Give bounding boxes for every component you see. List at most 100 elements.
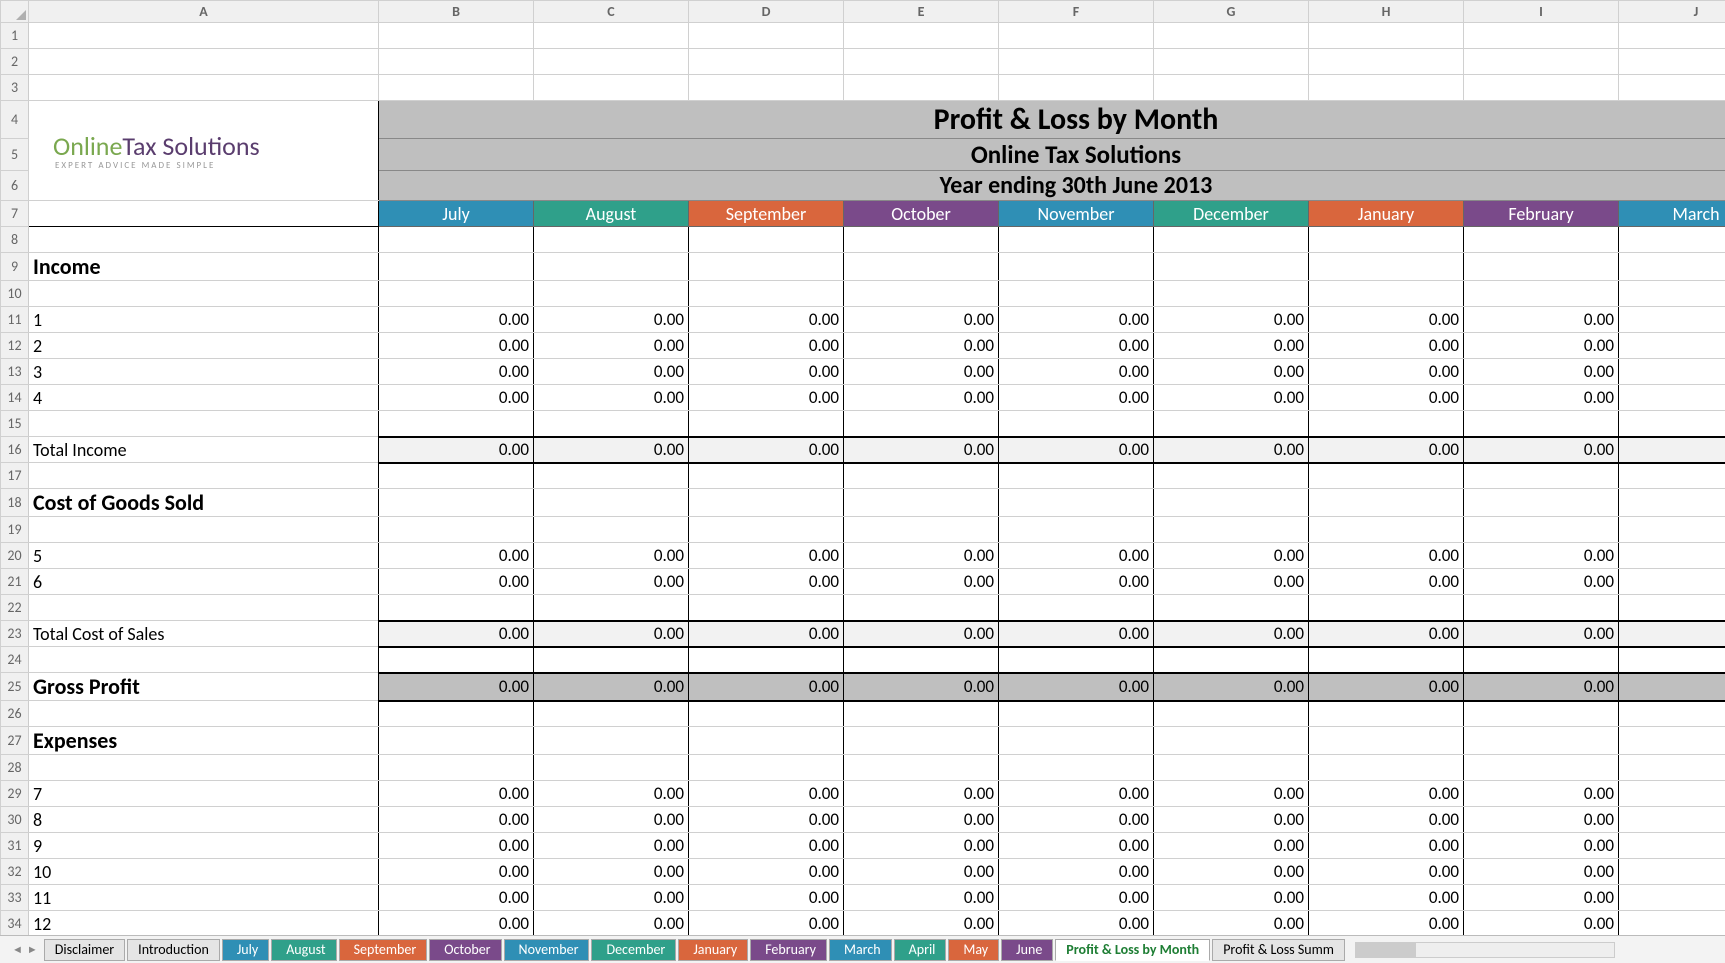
cell[interactable]: 0.00 (999, 807, 1154, 833)
cell[interactable]: 0.00 (1619, 543, 1725, 569)
cell[interactable] (844, 253, 999, 281)
cell[interactable]: 0.00 (534, 359, 689, 385)
tab-nav-first[interactable]: ◄ (12, 943, 23, 956)
cell[interactable] (844, 49, 999, 75)
cell[interactable] (1464, 727, 1619, 755)
cell[interactable]: 0.00 (1619, 569, 1725, 595)
cell[interactable]: 0.00 (844, 833, 999, 859)
cell[interactable]: 0.00 (379, 807, 534, 833)
expense-row-label[interactable]: 11 (29, 885, 379, 911)
col-header[interactable]: H (1309, 1, 1464, 23)
cell[interactable]: 0.00 (379, 833, 534, 859)
sheet-tab[interactable]: Profit & Loss by Month (1055, 939, 1210, 961)
section-expenses[interactable]: Expenses (29, 727, 379, 755)
cell[interactable] (689, 595, 844, 621)
col-header[interactable]: C (534, 1, 689, 23)
cell[interactable] (379, 49, 534, 75)
cell[interactable]: 0.00 (1464, 307, 1619, 333)
row-header[interactable]: 27 (1, 727, 29, 755)
income-row-label[interactable]: 2 (29, 333, 379, 359)
col-header[interactable]: E (844, 1, 999, 23)
cell[interactable] (379, 411, 534, 437)
cell[interactable]: 0.00 (534, 885, 689, 911)
cell[interactable] (1154, 517, 1309, 543)
cell[interactable]: 0.00 (689, 807, 844, 833)
cell[interactable]: 0.00 (844, 307, 999, 333)
cell[interactable] (1464, 411, 1619, 437)
row-header[interactable]: 23 (1, 621, 29, 647)
cell[interactable] (1619, 647, 1725, 673)
income-row-label[interactable]: 1 (29, 307, 379, 333)
cell[interactable]: 0.00 (534, 807, 689, 833)
cell[interactable] (1619, 489, 1725, 517)
cell[interactable]: 0.00 (1619, 859, 1725, 885)
total-income-cell[interactable]: 0.00 (379, 437, 534, 463)
cell[interactable]: 0.00 (1464, 333, 1619, 359)
row-header[interactable]: 22 (1, 595, 29, 621)
horizontal-scrollbar[interactable] (1355, 942, 1615, 958)
col-header[interactable]: D (689, 1, 844, 23)
total-income-cell[interactable]: 0.00 (1309, 437, 1464, 463)
cell[interactable] (1619, 595, 1725, 621)
cell[interactable] (999, 517, 1154, 543)
section-income[interactable]: Income (29, 253, 379, 281)
sheet-tab[interactable]: December (591, 939, 676, 961)
cell[interactable]: 0.00 (1619, 911, 1725, 936)
expense-row-label[interactable]: 12 (29, 911, 379, 936)
cell[interactable] (1154, 227, 1309, 253)
cell[interactable]: 0.00 (1464, 543, 1619, 569)
row-header[interactable]: 34 (1, 911, 29, 936)
month-header[interactable]: July (379, 201, 534, 227)
row-header[interactable]: 5 (1, 139, 29, 171)
cell[interactable] (379, 595, 534, 621)
cell[interactable] (534, 281, 689, 307)
cell[interactable] (29, 49, 379, 75)
cell[interactable] (1309, 227, 1464, 253)
cell[interactable]: 0.00 (1309, 307, 1464, 333)
cell[interactable] (29, 75, 379, 101)
month-header[interactable]: January (1309, 201, 1464, 227)
cell[interactable] (1309, 253, 1464, 281)
cell[interactable]: 0.00 (1154, 781, 1309, 807)
cell[interactable]: 0.00 (534, 859, 689, 885)
cell[interactable]: 0.00 (1464, 807, 1619, 833)
cell[interactable] (844, 281, 999, 307)
month-header[interactable]: February (1464, 201, 1619, 227)
cell[interactable] (689, 701, 844, 727)
row-header[interactable]: 3 (1, 75, 29, 101)
cell[interactable] (1154, 281, 1309, 307)
cell[interactable]: 0.00 (999, 781, 1154, 807)
row-header[interactable]: 33 (1, 885, 29, 911)
total-income-cell[interactable]: 0.00 (1619, 437, 1725, 463)
cell[interactable] (1619, 253, 1725, 281)
expense-row-label[interactable]: 9 (29, 833, 379, 859)
cell[interactable]: 0.00 (1309, 385, 1464, 411)
cell[interactable] (689, 75, 844, 101)
cell[interactable] (29, 463, 379, 489)
cell[interactable]: 0.00 (999, 885, 1154, 911)
cogs-row-label[interactable]: 5 (29, 543, 379, 569)
cell[interactable]: 0.00 (379, 333, 534, 359)
cell[interactable] (1464, 755, 1619, 781)
cell[interactable]: 0.00 (1464, 781, 1619, 807)
row-header[interactable]: 28 (1, 755, 29, 781)
cell[interactable]: 0.00 (999, 569, 1154, 595)
total-income-cell[interactable]: 0.00 (689, 437, 844, 463)
cell[interactable] (1464, 517, 1619, 543)
cell[interactable] (1619, 755, 1725, 781)
cell[interactable] (999, 253, 1154, 281)
cell[interactable]: 0.00 (379, 569, 534, 595)
row-header[interactable]: 9 (1, 253, 29, 281)
cell[interactable] (29, 227, 379, 253)
row-header[interactable]: 31 (1, 833, 29, 859)
cell[interactable] (844, 647, 999, 673)
cell[interactable]: 0.00 (844, 333, 999, 359)
cell[interactable]: 0.00 (1464, 911, 1619, 936)
cell[interactable] (1309, 755, 1464, 781)
cell[interactable]: 0.00 (689, 385, 844, 411)
row-header[interactable]: 11 (1, 307, 29, 333)
cell[interactable] (29, 647, 379, 673)
cell[interactable] (999, 727, 1154, 755)
cell[interactable] (1154, 647, 1309, 673)
cell[interactable] (379, 647, 534, 673)
